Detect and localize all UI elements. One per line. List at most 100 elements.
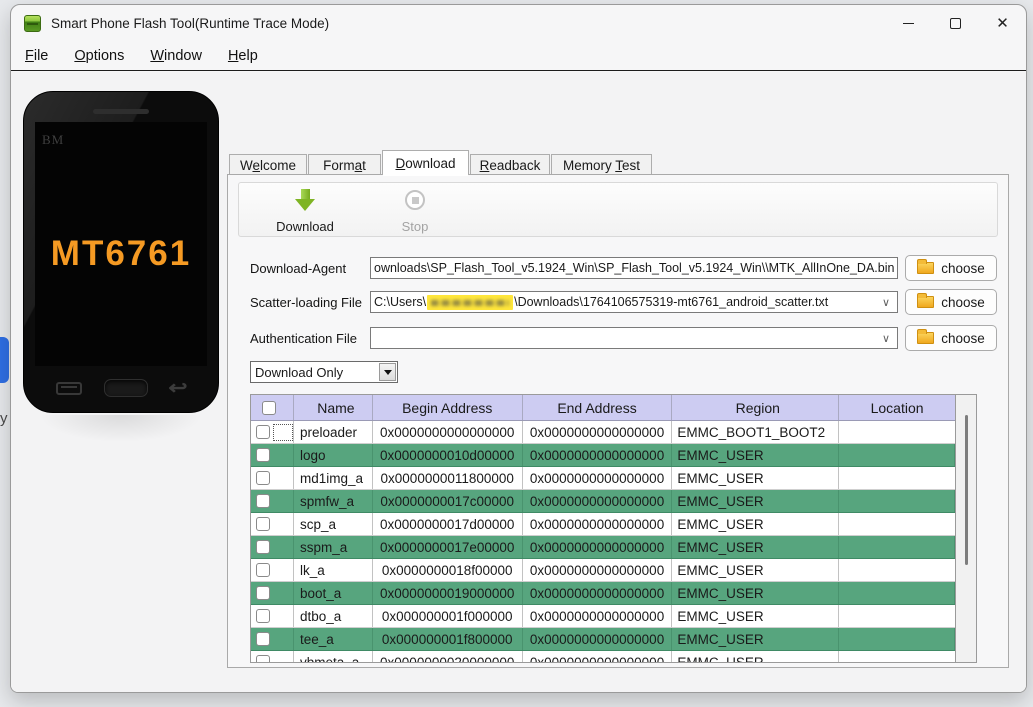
phone-brand-label: BM	[42, 132, 65, 147]
cell-region: EMMC_USER	[672, 628, 840, 650]
cell-name: dtbo_a	[294, 605, 373, 627]
table-row[interactable]: boot_a 0x0000000019000000 0x000000000000…	[251, 582, 955, 605]
row-checkbox[interactable]	[256, 517, 270, 531]
select-all-checkbox[interactable]	[262, 400, 276, 415]
table-row[interactable]: md1img_a 0x0000000011800000 0x0000000000…	[251, 467, 955, 490]
folder-icon	[917, 329, 935, 344]
menu-file[interactable]: File	[25, 48, 48, 64]
table-row[interactable]: preloader 0x0000000000000000 0x000000000…	[251, 421, 955, 444]
chevron-down-icon[interactable]: ∨	[877, 330, 895, 346]
table-row[interactable]: dtbo_a 0x000000001f000000 0x000000000000…	[251, 605, 955, 628]
cell-name: preloader	[294, 421, 373, 443]
cell-end-address: 0x0000000000000000	[523, 651, 673, 662]
column-header-name[interactable]: Name	[294, 395, 373, 420]
cell-end-address: 0x0000000000000000	[523, 628, 673, 650]
menu-window[interactable]: Window	[150, 48, 202, 64]
row-checkbox[interactable]	[256, 471, 270, 485]
redacted-username	[427, 294, 514, 310]
column-header-end-address[interactable]: End Address	[523, 395, 673, 420]
cell-begin-address: 0x000000001f000000	[373, 605, 523, 627]
table-scrollbar[interactable]	[955, 395, 976, 662]
cell-begin-address: 0x000000001f800000	[373, 628, 523, 650]
folder-icon	[917, 259, 935, 274]
tab-welcome[interactable]: Welcome	[229, 154, 307, 175]
phone-home-button-icon	[104, 379, 149, 397]
tab-strip: Welcome Format Download Readback Memory …	[229, 150, 653, 176]
cell-location	[839, 651, 955, 662]
table-row[interactable]: spmfw_a 0x0000000017c00000 0x00000000000…	[251, 490, 955, 513]
tab-download[interactable]: Download	[382, 150, 469, 176]
auth-file-label: Authentication File	[250, 331, 357, 346]
column-header-region[interactable]: Region	[672, 395, 840, 420]
column-header-location[interactable]: Location	[839, 395, 955, 420]
cell-location	[839, 582, 955, 604]
download-agent-label: Download-Agent	[250, 261, 347, 276]
cell-location	[839, 513, 955, 535]
phone-speaker	[93, 109, 149, 114]
download-arrow-icon	[294, 188, 316, 212]
table-row[interactable]: scp_a 0x0000000017d00000 0x0000000000000…	[251, 513, 955, 536]
cell-end-address: 0x0000000000000000	[523, 582, 673, 604]
download-tab-page: Download Stop Download-Agent ownloads\SP…	[227, 174, 1009, 668]
table-row[interactable]: tee_a 0x000000001f800000 0x0000000000000…	[251, 628, 955, 651]
stop-button[interactable]: Stop	[377, 188, 453, 234]
cell-location	[839, 444, 955, 466]
download-agent-input[interactable]: ownloads\SP_Flash_Tool_v5.1924_Win\SP_Fl…	[370, 257, 898, 279]
download-agent-choose-button[interactable]: choose	[905, 255, 997, 281]
tab-memory-test[interactable]: Memory Test	[551, 154, 652, 175]
phone-back-icon: ↩	[168, 377, 188, 399]
cell-name: scp_a	[294, 513, 373, 535]
scatter-file-choose-button[interactable]: choose	[905, 289, 997, 315]
download-button[interactable]: Download	[267, 188, 343, 234]
table-row[interactable]: sspm_a 0x0000000017e00000 0x000000000000…	[251, 536, 955, 559]
phone-screen: BM MT6761	[35, 122, 207, 366]
minimize-button[interactable]	[885, 5, 932, 41]
row-checkbox[interactable]	[256, 563, 270, 577]
table-row[interactable]: lk_a 0x0000000018f00000 0x00000000000000…	[251, 559, 955, 582]
cell-begin-address: 0x0000000000000000	[373, 421, 523, 443]
auth-file-combobox[interactable]: ∨	[370, 327, 898, 349]
dropdown-arrow-icon[interactable]	[379, 363, 396, 381]
minimize-icon	[903, 22, 914, 24]
row-checkbox[interactable]	[256, 655, 270, 662]
chipset-label: MT6761	[50, 234, 192, 274]
row-checkbox[interactable]	[256, 609, 270, 623]
menu-options[interactable]: Options	[74, 48, 124, 64]
cell-region: EMMC_USER	[672, 444, 840, 466]
menu-help[interactable]: Help	[228, 48, 258, 64]
row-checkbox[interactable]	[256, 425, 270, 439]
row-checkbox[interactable]	[256, 494, 270, 508]
column-header-begin-address[interactable]: Begin Address	[373, 395, 523, 420]
row-checkbox[interactable]	[256, 632, 270, 646]
cell-end-address: 0x0000000000000000	[523, 421, 673, 443]
table-row[interactable]: vbmeta_a 0x0000000020000000 0x0000000000…	[251, 651, 955, 662]
cell-region: EMMC_USER	[672, 605, 840, 627]
cell-name: logo	[294, 444, 373, 466]
cell-end-address: 0x0000000000000000	[523, 444, 673, 466]
chevron-down-icon[interactable]: ∨	[877, 294, 895, 310]
tab-format[interactable]: Format	[308, 154, 381, 175]
close-button[interactable]: ✕	[979, 5, 1026, 41]
scatter-file-combobox[interactable]: C:\Users\ \Downloads\1764106575319-mt6761…	[370, 291, 898, 313]
cell-region: EMMC_BOOT1_BOOT2	[672, 421, 840, 443]
cell-begin-address: 0x0000000010d00000	[373, 444, 523, 466]
tab-readback[interactable]: Readback	[470, 154, 550, 175]
maximize-button[interactable]	[932, 5, 979, 41]
cell-end-address: 0x0000000000000000	[523, 605, 673, 627]
folder-icon	[917, 293, 935, 308]
row-checkbox[interactable]	[256, 540, 270, 554]
table-row[interactable]: logo 0x0000000010d00000 0x00000000000000…	[251, 444, 955, 467]
cell-location	[839, 421, 955, 443]
phone-reflection	[23, 415, 219, 451]
cell-location	[839, 467, 955, 489]
cell-begin-address: 0x0000000018f00000	[373, 559, 523, 581]
cell-name: vbmeta_a	[294, 651, 373, 662]
cell-begin-address: 0x0000000017d00000	[373, 513, 523, 535]
auth-file-choose-button[interactable]: choose	[905, 325, 997, 351]
table-header-row: Name Begin Address End Address Region Lo…	[251, 395, 955, 421]
download-mode-select[interactable]: Download Only	[250, 361, 398, 383]
row-checkbox[interactable]	[256, 586, 270, 600]
title-bar[interactable]: Smart Phone Flash Tool(Runtime Trace Mod…	[11, 5, 1026, 41]
scrollbar-thumb[interactable]	[965, 415, 968, 565]
row-checkbox[interactable]	[256, 448, 270, 462]
